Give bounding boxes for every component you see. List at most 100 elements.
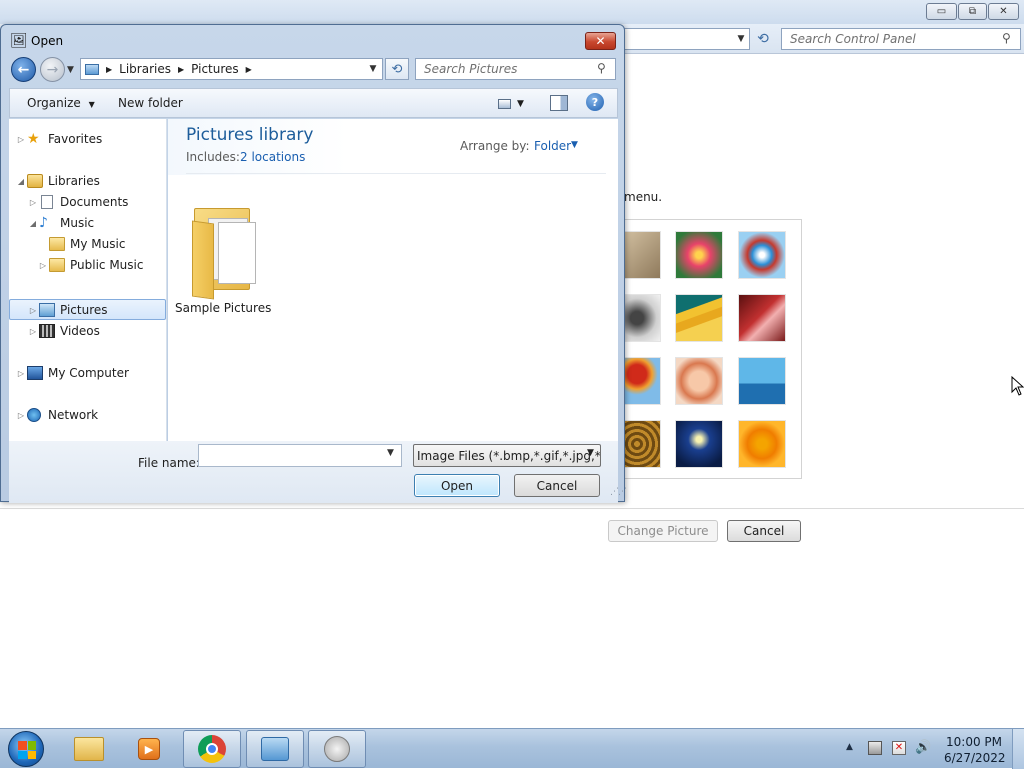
network-status-icon[interactable] <box>868 741 882 755</box>
nav-item-videos[interactable]: ▷ Videos <box>27 321 100 341</box>
expand-icon[interactable]: ▷ <box>15 135 27 144</box>
expand-icon[interactable]: ▷ <box>15 411 27 420</box>
show-hidden-icons-icon[interactable]: ▲ <box>846 742 853 752</box>
nav-item-label: My Music <box>70 237 126 251</box>
control-panel-titlebar <box>0 0 1024 24</box>
search-input[interactable]: Search Pictures <box>415 58 616 80</box>
picture-option-orange-flower[interactable] <box>738 420 786 468</box>
taskbar-chrome-button[interactable] <box>183 730 241 768</box>
breadcrumb-separator-icon[interactable]: ▶ <box>106 65 112 74</box>
nav-item-pictures[interactable]: ▷ Pictures <box>27 300 108 320</box>
collapse-icon[interactable]: ◢ <box>27 219 39 228</box>
library-locations-link[interactable]: 2 locations <box>240 150 305 164</box>
picture-option-sailboat[interactable] <box>738 357 786 405</box>
address-dropdown-icon[interactable]: ▼ <box>732 28 750 50</box>
breadcrumb-separator-icon[interactable]: ▶ <box>178 65 184 74</box>
nav-item-favorites[interactable]: ▷ ★ Favorites <box>15 129 102 149</box>
taskbar-control-panel-button[interactable] <box>246 730 304 768</box>
dialog-app-icon: 🖼 <box>10 33 28 49</box>
clock-time[interactable]: 10:00 PM <box>944 735 1004 749</box>
dialog-toolbar: Organize ▼ New folder ▼ ? <box>9 88 618 118</box>
nav-item-network[interactable]: ▷ Network <box>15 405 98 425</box>
nav-item-my-computer[interactable]: ▷ My Computer <box>15 363 129 383</box>
minimize-button[interactable]: ▭ <box>926 3 957 20</box>
arrange-by-dropdown[interactable]: Folder <box>534 139 571 153</box>
action-center-icon[interactable]: ✕ <box>892 741 906 755</box>
forward-button[interactable]: → <box>40 57 65 82</box>
taskbar-explorer-button[interactable] <box>60 730 118 768</box>
show-desktop-button[interactable] <box>1012 729 1024 769</box>
folder-item-label[interactable]: Sample Pictures <box>175 301 295 315</box>
library-icon <box>27 174 43 188</box>
media-player-icon: ▶ <box>138 738 160 760</box>
close-button[interactable]: ✕ <box>988 3 1019 20</box>
chevron-down-icon[interactable]: ▼ <box>571 140 578 150</box>
control-panel-address-bar[interactable] <box>620 28 750 50</box>
file-name-input[interactable] <box>198 444 402 467</box>
nav-item-music[interactable]: ◢ ♪ Music <box>27 213 94 233</box>
breadcrumb-separator-icon[interactable]: ▶ <box>246 65 252 74</box>
address-bar[interactable]: ▶ Libraries ▶ Pictures ▶ ▼ <box>80 58 383 80</box>
expand-icon[interactable]: ▷ <box>27 306 39 315</box>
start-button[interactable] <box>8 731 44 767</box>
breadcrumb-libraries[interactable]: Libraries <box>119 62 171 76</box>
dialog-cancel-button[interactable]: Cancel <box>514 474 600 497</box>
nav-item-libraries[interactable]: ◢ Libraries <box>15 171 100 191</box>
refresh-icon[interactable]: ⟲ <box>752 28 774 50</box>
preview-pane-icon[interactable] <box>550 95 568 111</box>
control-panel-search-input[interactable]: Search Control Panel <box>781 28 1021 50</box>
folder-item-sample-pictures[interactable] <box>190 204 260 300</box>
clock-date[interactable]: 6/27/2022 <box>944 751 1006 765</box>
resize-grip-icon[interactable]: ⋰⋰ <box>610 487 627 497</box>
divider <box>186 173 606 174</box>
help-icon[interactable]: ? <box>586 93 604 111</box>
change-view-button[interactable]: ▼ <box>498 95 534 113</box>
search-icon[interactable]: ⚲ <box>597 61 606 75</box>
picture-option-stairs[interactable] <box>675 294 723 342</box>
nav-item-documents[interactable]: ▷ Documents <box>27 192 128 212</box>
open-button[interactable]: Open <box>414 474 500 497</box>
expand-icon[interactable]: ▷ <box>15 369 27 378</box>
document-icon <box>41 195 53 209</box>
dialog-close-button[interactable]: ✕ <box>585 32 616 50</box>
account-picture-grid <box>613 219 802 479</box>
volume-icon[interactable]: 🔊 <box>915 741 931 755</box>
restore-button[interactable]: ⧉ <box>958 3 987 20</box>
back-button[interactable]: ← <box>11 57 36 82</box>
expand-icon[interactable]: ▷ <box>27 327 39 336</box>
nav-item-label: Documents <box>60 195 129 209</box>
dialog-footer: File name: ▼ Image Files (*.bmp,*.gif,*.… <box>9 441 627 503</box>
chevron-down-icon[interactable]: ▼ <box>587 448 594 458</box>
search-icon[interactable]: ⚲ <box>1002 31 1011 45</box>
file-type-select[interactable]: Image Files (*.bmp,*.gif,*.jpg,*. <box>413 444 601 467</box>
cancel-button[interactable]: Cancel <box>727 520 801 542</box>
nav-item-my-music[interactable]: My Music <box>37 234 125 254</box>
picture-option-pinwheel[interactable] <box>738 231 786 279</box>
nav-item-label: My Computer <box>48 366 129 380</box>
music-note-icon: ♪ <box>39 215 48 231</box>
breadcrumb-pictures[interactable]: Pictures <box>191 62 239 76</box>
folder-icon <box>74 737 104 761</box>
nav-item-public-music[interactable]: ▷ Public Music <box>37 255 143 275</box>
nav-item-label: Network <box>48 408 99 422</box>
library-includes-label: Includes: <box>186 150 240 164</box>
file-name-dropdown-icon[interactable]: ▼ <box>387 448 394 458</box>
picture-option-flower[interactable] <box>675 231 723 279</box>
address-dropdown-icon[interactable]: ▼ <box>364 64 382 74</box>
new-folder-button[interactable]: New folder <box>118 96 183 110</box>
nav-item-label: Libraries <box>48 174 100 188</box>
taskbar-sound-button[interactable] <box>308 730 366 768</box>
picture-option-doll[interactable] <box>675 357 723 405</box>
organize-button[interactable]: Organize ▼ <box>27 96 95 110</box>
refresh-button[interactable]: ⟲ <box>385 58 409 80</box>
expand-icon[interactable]: ▷ <box>37 261 49 270</box>
taskbar-media-player-button[interactable]: ▶ <box>120 730 178 768</box>
dialog-title: Open <box>31 34 64 48</box>
recent-locations-dropdown-icon[interactable]: ▼ <box>67 65 74 75</box>
picture-option-origami[interactable] <box>738 294 786 342</box>
expand-icon[interactable]: ▷ <box>27 198 39 207</box>
change-picture-button[interactable]: Change Picture <box>608 520 718 542</box>
collapse-icon[interactable]: ◢ <box>15 177 27 186</box>
network-icon <box>27 408 41 422</box>
picture-option-lighthouse[interactable] <box>675 420 723 468</box>
